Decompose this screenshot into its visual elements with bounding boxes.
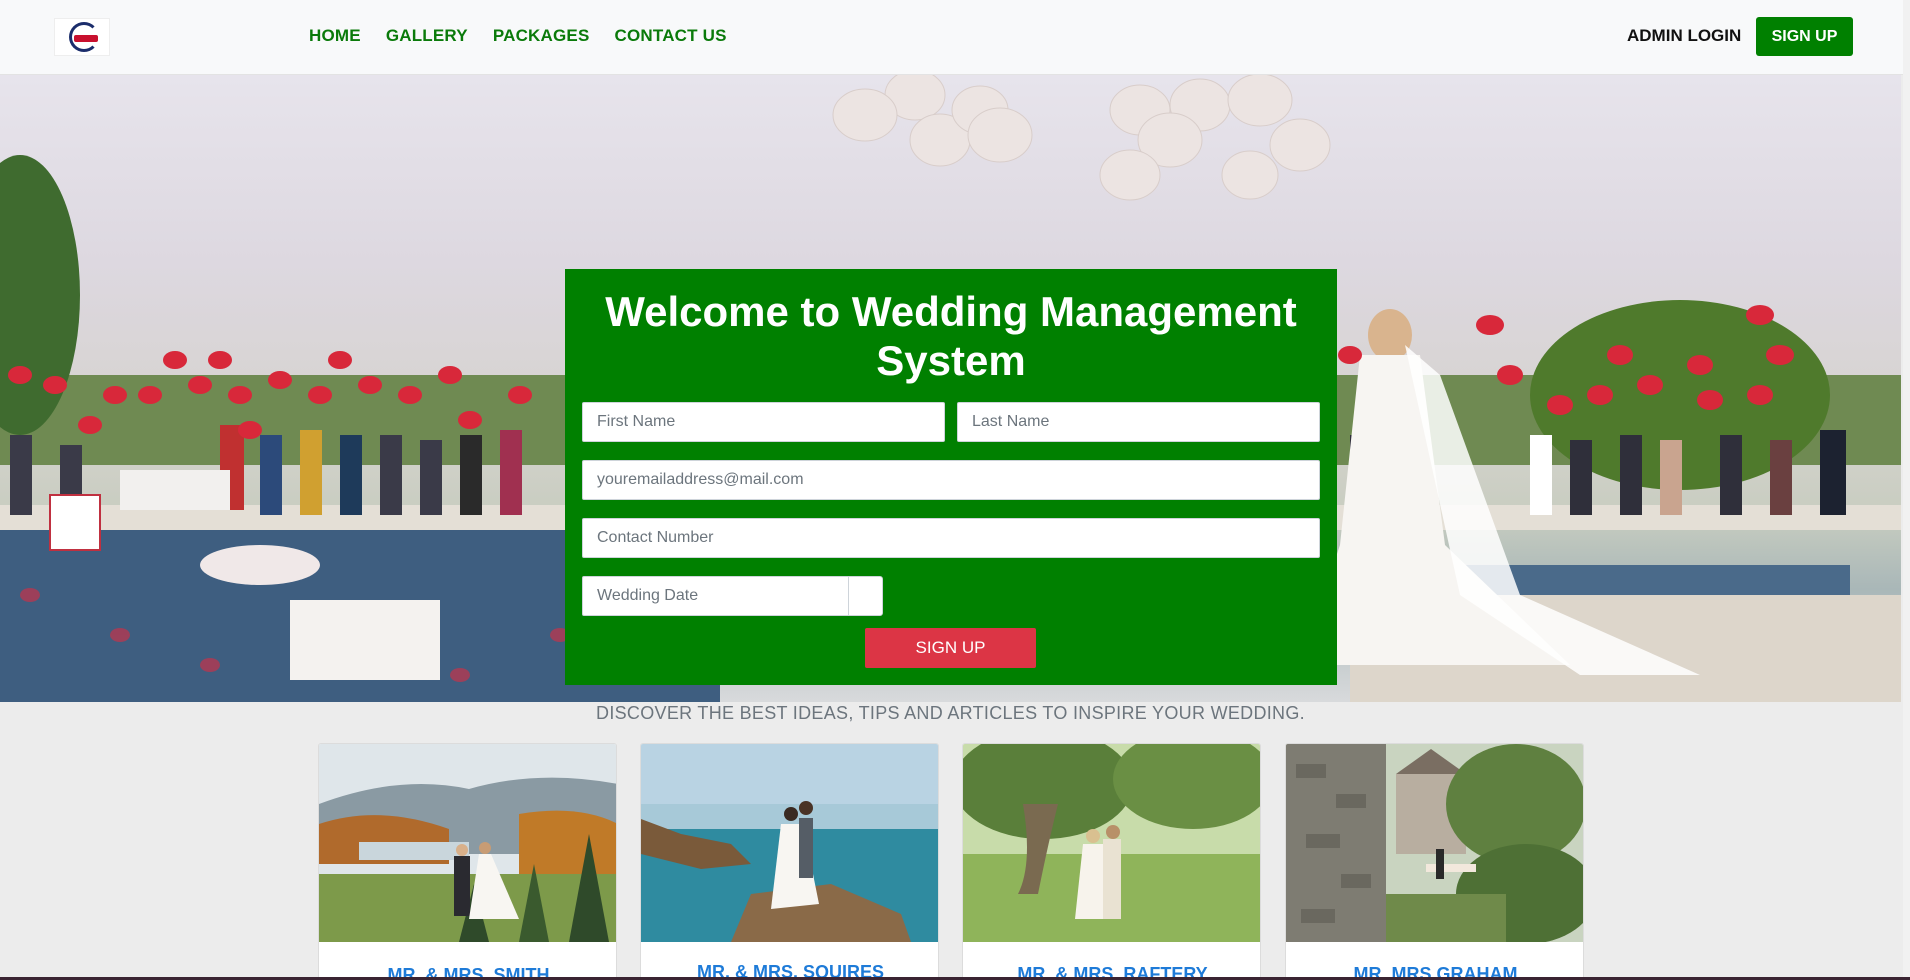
inspiration-tagline: DISCOVER THE BEST IDEAS, TIPS AND ARTICL… xyxy=(596,703,1305,723)
logo-band-icon xyxy=(74,35,98,42)
calendar-addon-button[interactable] xyxy=(848,576,883,616)
first-name-input[interactable] xyxy=(582,402,945,442)
hero-banner: Welcome to Wedding Management System SIG… xyxy=(0,75,1901,702)
couple-photo xyxy=(641,744,938,942)
wedding-date-input[interactable] xyxy=(582,576,850,616)
signup-panel: Welcome to Wedding Management System SIG… xyxy=(565,269,1337,685)
email-input[interactable] xyxy=(582,460,1320,500)
last-name-input[interactable] xyxy=(957,402,1320,442)
couple-card-graham[interactable]: MR. MRS GRAHAM xyxy=(1285,743,1584,980)
nav-links: HOME GALLERY PACKAGES CONTACT US xyxy=(309,26,727,46)
couple-photo xyxy=(319,744,616,942)
couple-card-squires[interactable]: MR. & MRS. SQUIRES xyxy=(640,743,939,980)
site-logo[interactable] xyxy=(54,18,110,56)
couple-card-smith[interactable]: MR. & MRS. SMITH xyxy=(318,743,617,980)
page-scrollbar[interactable] xyxy=(1903,0,1910,977)
couple-photo xyxy=(963,744,1260,942)
couple-photo xyxy=(1286,744,1583,942)
nav-home-link[interactable]: HOME xyxy=(309,26,361,46)
admin-login-link[interactable]: ADMIN LOGIN xyxy=(1627,26,1741,46)
nav-signup-button[interactable]: SIGN UP xyxy=(1756,17,1853,56)
contact-number-input[interactable] xyxy=(582,518,1320,558)
nav-contact-link[interactable]: CONTACT US xyxy=(615,26,727,46)
form-signup-button[interactable]: SIGN UP xyxy=(865,628,1036,668)
couple-card-raftery[interactable]: MR. & MRS. RAFTERY xyxy=(962,743,1261,980)
nav-gallery-link[interactable]: GALLERY xyxy=(386,26,468,46)
top-navbar: HOME GALLERY PACKAGES CONTACT US ADMIN L… xyxy=(0,0,1903,75)
nav-packages-link[interactable]: PACKAGES xyxy=(493,26,590,46)
welcome-title: Welcome to Wedding Management System xyxy=(605,288,1297,384)
